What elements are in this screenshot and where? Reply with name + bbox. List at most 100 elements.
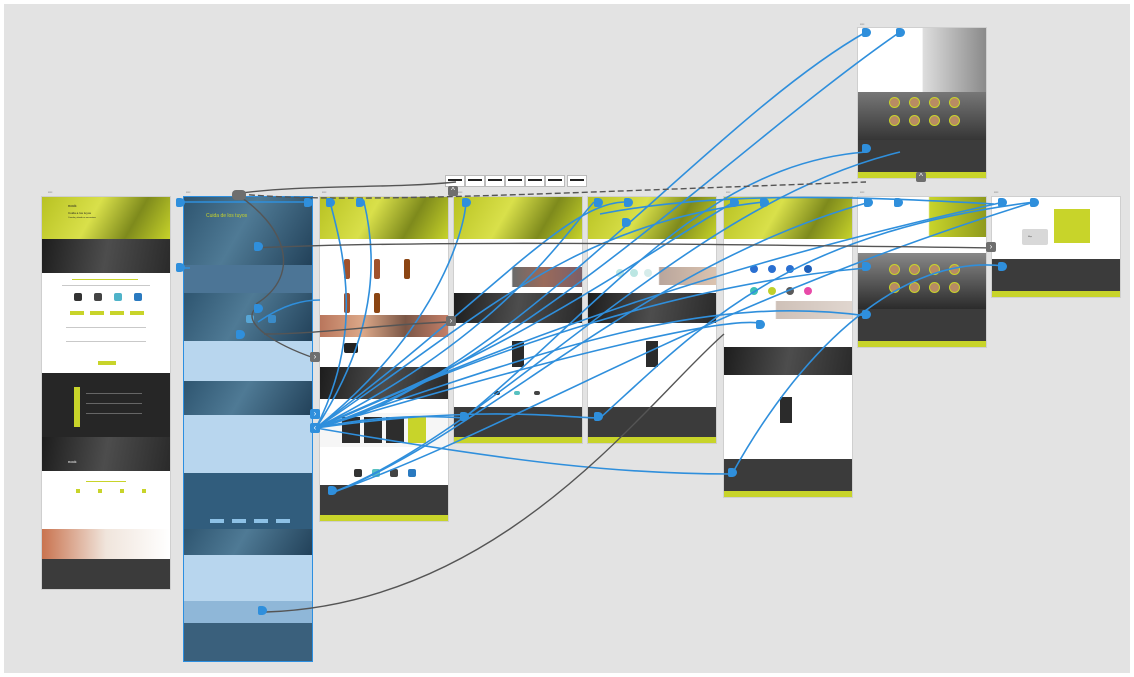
- hotspot[interactable]: [326, 198, 335, 207]
- artboard-label[interactable]: ▪▪▪▪: [994, 190, 998, 194]
- contact-form-box[interactable]: [1054, 209, 1090, 243]
- hotspot[interactable]: [862, 262, 871, 271]
- como-light-section: [184, 415, 312, 473]
- plan-card[interactable]: [408, 417, 426, 443]
- cta-button[interactable]: [98, 361, 116, 365]
- plan-card[interactable]: [342, 417, 360, 443]
- team-section: [858, 253, 986, 309]
- menu-state-artboard[interactable]: [446, 176, 464, 186]
- menu-state-artboard[interactable]: [526, 176, 544, 186]
- hotspot[interactable]: [862, 28, 871, 37]
- artboard-label[interactable]: ▪▪▪▪: [592, 190, 596, 194]
- chevron-right-icon[interactable]: ›: [310, 352, 320, 362]
- artboard-product-3[interactable]: [588, 197, 716, 443]
- product-button[interactable]: [90, 311, 104, 315]
- product-button[interactable]: [70, 311, 84, 315]
- pendant-thumb: [804, 265, 812, 273]
- hotspot[interactable]: [254, 304, 263, 313]
- hotspot[interactable]: [462, 198, 471, 207]
- product-button[interactable]: [110, 311, 124, 315]
- artboard-home[interactable]: nock Cuida a los tuyos Cuando y donde se…: [42, 197, 170, 589]
- artboard-label[interactable]: ▪▪▪▪: [322, 190, 326, 194]
- plan-button[interactable]: [210, 519, 224, 523]
- hotspot[interactable]: [304, 198, 313, 207]
- chevron-right-icon[interactable]: ›: [310, 409, 320, 419]
- artboard-label[interactable]: ▪▪▪▪: [48, 190, 52, 194]
- artboard-product-4[interactable]: [724, 197, 852, 497]
- team-avatar: [950, 98, 959, 107]
- team-footer-bar: [858, 341, 986, 347]
- artboard-product-1[interactable]: [320, 197, 448, 521]
- product-footer: [320, 485, 448, 515]
- artboard-equipo-alt[interactable]: [858, 28, 986, 178]
- team-hero-image: [858, 28, 986, 92]
- hotspot[interactable]: [176, 263, 185, 272]
- artboard-equipo[interactable]: [858, 197, 986, 347]
- home-footer: [42, 559, 170, 589]
- product-button[interactable]: [130, 311, 144, 315]
- hotspot[interactable]: [862, 310, 871, 319]
- artboard-label[interactable]: ▪▪▪▪: [186, 190, 190, 194]
- artboard-como-funciona[interactable]: Cuida de los tuyos: [184, 197, 312, 661]
- hotspot[interactable]: [594, 412, 603, 421]
- plan-button[interactable]: [276, 519, 290, 523]
- artboard-label[interactable]: ▪▪▪▪: [860, 190, 864, 194]
- product-thumb: [354, 469, 362, 477]
- product-thumb: [534, 391, 540, 395]
- hotspot[interactable]: [730, 198, 739, 207]
- hotspot[interactable]: [760, 198, 769, 207]
- hotspot[interactable]: [998, 262, 1007, 271]
- hotspot[interactable]: [756, 320, 765, 329]
- menu-state-artboard[interactable]: [466, 176, 484, 186]
- hotspot[interactable]: [356, 198, 365, 207]
- menu-state-artboard[interactable]: [546, 176, 564, 186]
- product-footer: [724, 459, 852, 491]
- product-dark-section: [724, 347, 852, 375]
- hotspot[interactable]: [894, 198, 903, 207]
- link-source-handle[interactable]: [232, 190, 246, 200]
- hotspot[interactable]: [460, 412, 469, 421]
- text-line: [86, 403, 142, 404]
- hotspot[interactable]: [236, 330, 245, 339]
- artboard-contacto[interactable]: Map: [992, 197, 1120, 297]
- menu-state-artboard[interactable]: [568, 176, 586, 186]
- hotspot[interactable]: [622, 218, 631, 227]
- team-avatar: [890, 283, 899, 292]
- artboard-label[interactable]: ▪▪▪▪: [726, 190, 730, 194]
- como-photo-section: [184, 381, 312, 415]
- team-avatar: [910, 98, 919, 107]
- hotspot[interactable]: [624, 198, 633, 207]
- menu-state-artboard[interactable]: [486, 176, 504, 186]
- chevron-up-icon[interactable]: ^: [448, 186, 458, 196]
- plan-button[interactable]: [232, 519, 246, 523]
- menu-state-artboard[interactable]: [506, 176, 524, 186]
- hotspot[interactable]: [254, 242, 263, 251]
- text-line: [86, 393, 142, 394]
- hotspot[interactable]: [258, 606, 267, 615]
- chevron-up-icon[interactable]: ^: [916, 172, 926, 182]
- prototype-canvas[interactable]: ▪▪▪▪ ▪▪▪▪ ▪▪▪▪ ▪▪▪▪ ▪▪▪▪ ▪▪▪▪ ▪▪▪▪ ▪▪▪▪ …: [4, 4, 1130, 673]
- product-thumb: [74, 293, 82, 301]
- team-avatar: [890, 116, 899, 125]
- team-avatar: [930, 265, 939, 274]
- plan-card[interactable]: [364, 417, 382, 443]
- artboard-label[interactable]: ▪▪▪▪: [860, 22, 864, 26]
- plan-button[interactable]: [254, 519, 268, 523]
- hotspot[interactable]: [864, 198, 873, 207]
- chevron-right-icon[interactable]: ›: [446, 316, 456, 326]
- hotspot[interactable]: [862, 144, 871, 153]
- chevron-left-icon[interactable]: ‹: [310, 423, 320, 433]
- plan-card[interactable]: [386, 417, 404, 443]
- hotspot[interactable]: [1030, 198, 1039, 207]
- chevron-right-icon[interactable]: ›: [986, 242, 996, 252]
- artboard-label[interactable]: ▪▪▪▪: [458, 190, 462, 194]
- pendant-thumb: [768, 287, 776, 295]
- hotspot[interactable]: [998, 198, 1007, 207]
- hotspot[interactable]: [594, 198, 603, 207]
- product-footer: [454, 407, 582, 437]
- hotspot[interactable]: [728, 468, 737, 477]
- hotspot[interactable]: [328, 486, 337, 495]
- artboard-product-2[interactable]: [454, 197, 582, 443]
- hotspot[interactable]: [176, 198, 185, 207]
- hotspot[interactable]: [896, 28, 905, 37]
